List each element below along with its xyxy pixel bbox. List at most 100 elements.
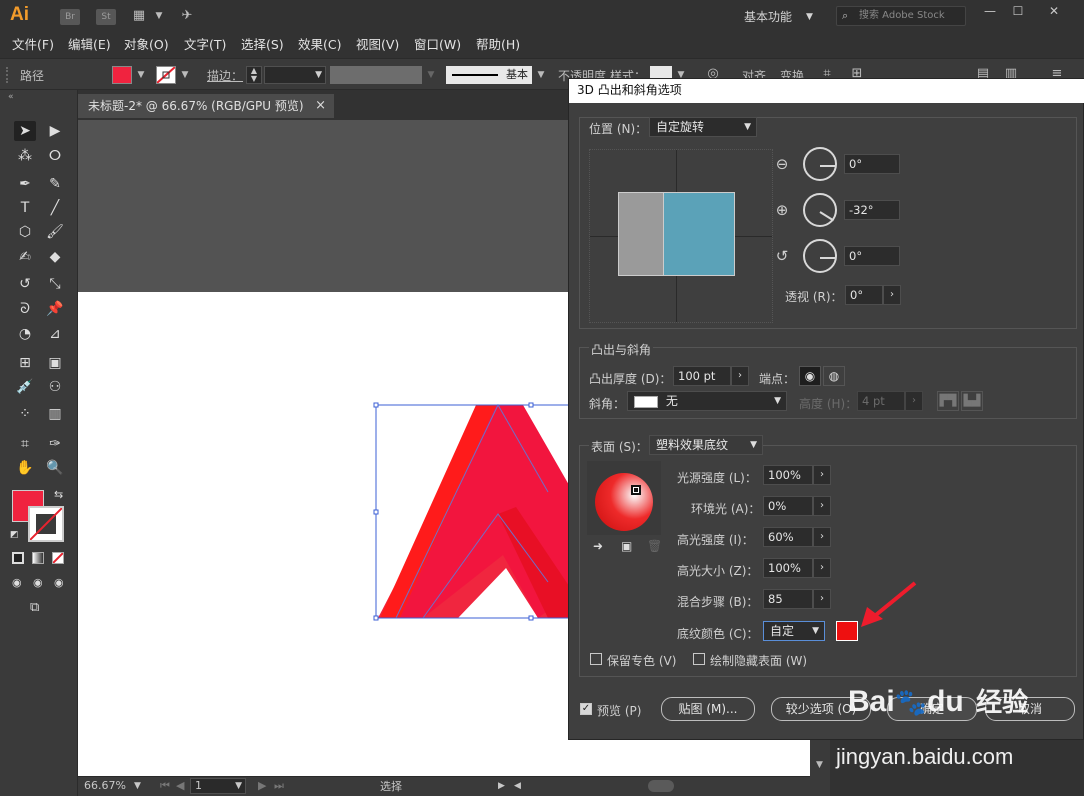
line-tool-icon[interactable]: ╱ xyxy=(44,198,66,218)
shading-color-dropdown[interactable]: 自定 ▼ xyxy=(763,621,825,641)
stroke-swatch[interactable] xyxy=(156,66,176,84)
highlight-size-input[interactable]: 100% xyxy=(763,558,813,578)
extrude-depth-input[interactable]: 100 pt xyxy=(673,366,731,386)
ambient-light-input[interactable]: 0% xyxy=(763,496,813,516)
vertical-scrollbar[interactable]: ▼ xyxy=(810,740,830,796)
stroke-color-box[interactable] xyxy=(28,506,64,542)
shading-color-swatch[interactable] xyxy=(836,621,858,641)
pen-tool-icon[interactable]: ✒ xyxy=(14,174,36,194)
previous-artboard-icon[interactable]: ◀ xyxy=(176,777,184,795)
perspective-input[interactable]: 0° xyxy=(845,285,883,305)
collapse-panel-icon[interactable]: « xyxy=(8,92,14,102)
cap-off-icon[interactable]: ◍ xyxy=(823,366,845,386)
highlight-intensity-slider-toggle[interactable]: › xyxy=(813,527,831,547)
polygon-tool-icon[interactable]: ⬡ xyxy=(14,222,36,242)
preview-checkbox[interactable]: ✓ xyxy=(580,703,592,715)
artboard-number-input[interactable]: 1 ▼ xyxy=(190,778,246,794)
resize-handle[interactable] xyxy=(528,402,534,408)
perspective-slider-toggle[interactable]: › xyxy=(883,285,901,305)
paintbrush-tool-icon[interactable]: 🖌 xyxy=(44,222,66,242)
rotate-y-dial[interactable] xyxy=(803,193,837,227)
status-menu-icon[interactable]: ▶ xyxy=(498,777,505,795)
symbol-sprayer-tool-icon[interactable]: ⁘ xyxy=(14,404,36,424)
highlight-size-slider-toggle[interactable]: › xyxy=(813,558,831,578)
selection-tool-icon[interactable]: ➤ xyxy=(14,121,36,141)
draw-normal-icon[interactable]: ◉ xyxy=(12,576,22,589)
document-tab[interactable]: 未标题-2* @ 66.67% (RGB/GPU 预览) × xyxy=(78,94,334,118)
gpu-performance-icon[interactable]: ✈ xyxy=(176,7,198,25)
first-artboard-icon[interactable]: ⏮ xyxy=(160,777,170,795)
blend-tool-icon[interactable]: ⚇ xyxy=(44,377,66,397)
close-window-button[interactable]: ✕ xyxy=(1040,2,1068,20)
puppet-warp-tool-icon[interactable]: 📌 xyxy=(44,299,66,319)
stock-button[interactable]: St xyxy=(96,9,116,25)
menu-type[interactable]: 文字(T) xyxy=(184,36,226,54)
rotate-z-input[interactable]: 0° xyxy=(844,246,900,266)
rotation-track-cube[interactable] xyxy=(589,149,773,323)
scale-tool-icon[interactable]: ⤡ xyxy=(44,274,66,294)
fill-swatch[interactable] xyxy=(112,66,132,84)
draw-hidden-faces-checkbox[interactable] xyxy=(693,653,705,665)
last-artboard-icon[interactable]: ⏭ xyxy=(274,777,284,795)
extrude-depth-slider-toggle[interactable]: › xyxy=(731,366,749,386)
current-tool-label[interactable]: 选择 xyxy=(380,778,402,796)
chevron-down-icon[interactable]: ▼ xyxy=(134,66,148,84)
blend-steps-input[interactable]: 85 xyxy=(763,589,813,609)
cap-on-icon[interactable]: ◉ xyxy=(799,366,821,386)
perspective-grid-tool-icon[interactable]: ⊿ xyxy=(44,324,66,344)
variable-width-profile[interactable] xyxy=(330,66,422,84)
new-light-icon[interactable]: ▣ xyxy=(621,539,632,553)
scroll-down-icon[interactable]: ▼ xyxy=(816,760,823,770)
lighting-preview-box[interactable] xyxy=(587,461,661,535)
slice-tool-icon[interactable]: ✑ xyxy=(44,434,66,454)
map-art-button[interactable]: 贴图 (M)... xyxy=(661,697,755,721)
position-dropdown[interactable]: 自定旋转 ▼ xyxy=(649,117,757,137)
close-icon[interactable]: × xyxy=(315,94,326,118)
screen-mode-icon[interactable]: ⧉ xyxy=(30,600,39,615)
rotate-x-dial[interactable] xyxy=(803,147,837,181)
ambient-light-slider-toggle[interactable]: › xyxy=(813,496,831,516)
artboard[interactable] xyxy=(78,292,568,776)
artwork-3d-shape[interactable] xyxy=(78,292,568,776)
direct-selection-tool-icon[interactable]: ▶ xyxy=(44,121,66,141)
resize-handle[interactable] xyxy=(373,615,379,621)
rotate-z-dial[interactable] xyxy=(803,239,837,273)
zoom-level[interactable]: 66.67% xyxy=(84,777,126,795)
brush-definition[interactable]: 基本 xyxy=(446,66,532,84)
minimize-button[interactable]: — xyxy=(976,2,1004,20)
eraser-tool-icon[interactable]: ◆ xyxy=(44,247,66,267)
menu-file[interactable]: 文件(F) xyxy=(12,36,54,54)
draw-behind-icon[interactable]: ◉ xyxy=(33,576,43,589)
shaper-tool-icon[interactable]: ✍ xyxy=(14,247,36,267)
blend-steps-slider-toggle[interactable]: › xyxy=(813,589,831,609)
rotate-y-input[interactable]: -32° xyxy=(844,200,900,220)
menu-object[interactable]: 对象(O) xyxy=(124,36,169,54)
none-mode-icon[interactable] xyxy=(52,552,64,564)
surface-dropdown[interactable]: 塑料效果底纹 ▼ xyxy=(649,435,763,455)
stroke-weight-stepper[interactable]: ▲ ▼ xyxy=(246,66,262,84)
width-tool-icon[interactable]: ᘐ xyxy=(14,299,36,319)
light-intensity-slider-toggle[interactable]: › xyxy=(813,465,831,485)
rotate-tool-icon[interactable]: ↺ xyxy=(14,274,36,294)
color-mode-icon[interactable] xyxy=(12,552,24,564)
workspace-switcher[interactable]: 基本功能 ▼ xyxy=(744,7,824,27)
resize-handle[interactable] xyxy=(373,402,379,408)
horizontal-scroll-thumb[interactable] xyxy=(648,780,674,792)
preserve-spot-checkbox[interactable] xyxy=(590,653,602,665)
lasso-tool-icon[interactable]: ⵔ xyxy=(44,146,66,166)
bridge-button[interactable]: Br xyxy=(60,9,80,25)
swap-fill-stroke-icon[interactable]: ⇆ xyxy=(54,488,63,501)
draw-inside-icon[interactable]: ◉ xyxy=(54,576,64,589)
rotate-x-input[interactable]: 0° xyxy=(844,154,900,174)
default-colors-icon[interactable]: ◩ xyxy=(10,530,19,540)
gradient-tool-icon[interactable]: ▣ xyxy=(44,353,66,373)
zoom-tool-icon[interactable]: 🔍 xyxy=(44,458,66,478)
stock-search-input[interactable]: ⌕ 搜索 Adobe Stock xyxy=(836,6,966,26)
next-artboard-icon[interactable]: ▶ xyxy=(258,777,266,795)
magic-wand-tool-icon[interactable]: ⁂ xyxy=(14,146,36,166)
menu-help[interactable]: 帮助(H) xyxy=(476,36,520,54)
stroke-weight-input[interactable]: ▼ xyxy=(264,66,326,84)
lighting-sphere[interactable] xyxy=(595,473,653,531)
column-graph-tool-icon[interactable]: ▥ xyxy=(44,404,66,424)
hand-tool-icon[interactable]: ✋ xyxy=(14,458,36,478)
